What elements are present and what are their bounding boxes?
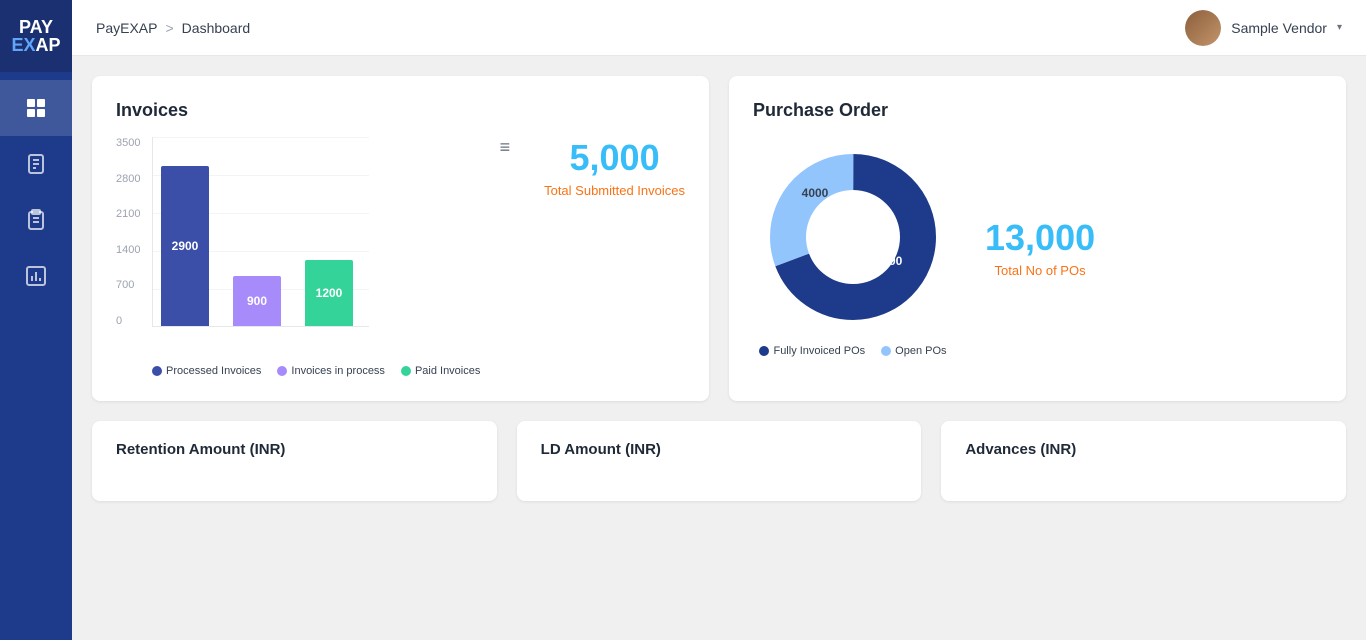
top-row: Invoices ≡ 3500 2800 2100 1400 70 [92,76,1346,401]
breadcrumb-separator: > [165,20,173,36]
sidebar: PAY EXAP [0,0,72,640]
sidebar-item-reports[interactable] [0,248,72,304]
legend-open-pos: Open POs [881,345,946,357]
advances-title: Advances (INR) [965,441,1322,458]
invoices-card: Invoices ≡ 3500 2800 2100 1400 70 [92,76,709,401]
invoices-card-title: Invoices [116,100,685,121]
retention-title: Retention Amount (INR) [116,441,473,458]
donut-label-9000: 9000 [876,254,903,268]
y-axis: 3500 2800 2100 1400 700 0 [116,137,146,327]
po-card-inner: 9000 4000 Fully Invoiced POs Ope [753,137,1322,357]
bar-chart: 3500 2800 2100 1400 700 0 [116,137,512,357]
donut-label-4000: 4000 [802,186,829,200]
reports-icon [24,264,48,288]
total-po-label: Total No of POs [995,263,1086,278]
content: Invoices ≡ 3500 2800 2100 1400 70 [72,56,1366,640]
total-po-number: 13,000 [985,217,1095,259]
donut-svg: 9000 4000 [753,137,953,337]
bottom-row: Retention Amount (INR) LD Amount (INR) A… [92,421,1346,501]
advances-card: Advances (INR) [941,421,1346,501]
donut-chart: 9000 4000 [753,137,953,337]
app-name: PayEXAP [96,20,157,36]
legend-dot-paid [401,366,411,376]
user-menu[interactable]: Sample Vendor ▾ [1185,10,1342,46]
avatar-image [1185,10,1221,46]
grid-icon [24,96,48,120]
bar-processed: 2900 [161,166,209,326]
avatar [1185,10,1221,46]
sidebar-item-dashboard[interactable] [0,80,72,136]
bar-chart-area: ≡ 3500 2800 2100 1400 700 0 [116,137,512,377]
logo: PAY EXAP [0,0,72,72]
clipboard-icon [24,208,48,232]
bar-in-process-rect: 900 [233,276,281,326]
sidebar-item-clipboard[interactable] [0,192,72,248]
ld-card: LD Amount (INR) [517,421,922,501]
legend-fully-invoiced: Fully Invoiced POs [759,345,865,357]
po-card-title: Purchase Order [753,100,1322,121]
chevron-down-icon: ▾ [1337,22,1342,33]
sidebar-item-invoices[interactable] [0,136,72,192]
legend-dot-open [881,346,891,356]
bar-paid: 1200 [305,260,353,326]
bar-processed-rect: 2900 [161,166,209,326]
po-card: Purchase Order 90 [729,76,1346,401]
breadcrumb: PayEXAP > Dashboard [96,20,250,36]
invoice-icon [24,152,48,176]
po-legend: Fully Invoiced POs Open POs [759,345,946,357]
total-invoices-label: Total Submitted Invoices [544,183,685,198]
legend-dot-in-process [277,366,287,376]
chart-legend: Processed Invoices Invoices in process P… [152,365,512,377]
breadcrumb-current: Dashboard [182,20,251,36]
ld-title: LD Amount (INR) [541,441,898,458]
legend-in-process: Invoices in process [277,365,385,377]
legend-paid: Paid Invoices [401,365,480,377]
main-area: PayEXAP > Dashboard Sample Vendor ▾ Invo… [72,0,1366,640]
user-name: Sample Vendor [1231,20,1327,36]
po-summary: 13,000 Total No of POs [985,217,1095,278]
invoice-summary: 5,000 Total Submitted Invoices [544,137,685,198]
bar-paid-rect: 1200 [305,260,353,326]
bars-container: 2900 900 [152,137,369,327]
legend-dot-fully-invoiced [759,346,769,356]
retention-card: Retention Amount (INR) [92,421,497,501]
header: PayEXAP > Dashboard Sample Vendor ▾ [72,0,1366,56]
invoice-card-inner: ≡ 3500 2800 2100 1400 700 0 [116,137,685,377]
legend-dot-processed [152,366,162,376]
bar-in-process: 900 [233,276,281,326]
legend-processed: Processed Invoices [152,365,261,377]
total-invoices-number: 5,000 [570,137,660,179]
